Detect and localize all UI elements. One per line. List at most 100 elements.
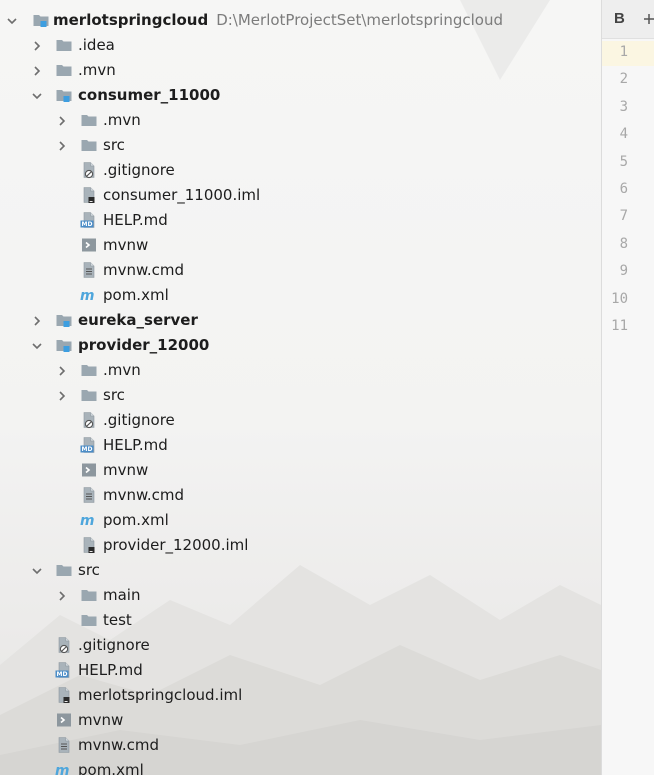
- tree-row[interactable]: src: [0, 558, 601, 583]
- tree-row[interactable]: MD HELP.md: [0, 433, 601, 458]
- tree-item-name: src: [103, 136, 125, 154]
- editor-pane[interactable]: B 1 2 3 4 5 6 7 8 9 10 11: [602, 0, 654, 775]
- tree-row[interactable]: m pom.xml: [0, 758, 601, 775]
- tree-row[interactable]: mvnw: [0, 708, 601, 733]
- collapse-arrow-icon[interactable]: [31, 340, 43, 352]
- tree-row[interactable]: .mvn: [0, 58, 601, 83]
- tree-row[interactable]: provider_12000: [0, 333, 601, 358]
- tree-row[interactable]: main: [0, 583, 601, 608]
- tree-item-name: .mvn: [103, 111, 141, 129]
- tree-item-name: src: [103, 386, 125, 404]
- folder-icon: [80, 111, 98, 129]
- tree-row[interactable]: m pom.xml: [0, 283, 601, 308]
- tree-item-label: mvnw: [103, 461, 148, 480]
- tree-item-name: HELP.md: [78, 661, 143, 679]
- bold-button[interactable]: B: [614, 10, 625, 27]
- text-file-icon: [55, 736, 73, 754]
- tree-row[interactable]: mvnw.cmd: [0, 483, 601, 508]
- expand-arrow-icon[interactable]: [56, 140, 68, 152]
- tree-row[interactable]: eureka_server: [0, 308, 601, 333]
- toolbar-overflow-icon[interactable]: [642, 11, 654, 27]
- iml-file-icon: [80, 186, 98, 204]
- expand-arrow-icon[interactable]: [56, 365, 68, 377]
- tree-item-name: .mvn: [78, 61, 116, 79]
- tree-item-name: HELP.md: [103, 436, 168, 454]
- line-number: 11: [611, 318, 628, 334]
- tree-row[interactable]: .gitignore: [0, 408, 601, 433]
- expand-arrow-icon[interactable]: [31, 40, 43, 52]
- tree-item-label: pom.xml: [103, 286, 169, 305]
- collapse-arrow-icon[interactable]: [31, 565, 43, 577]
- tree-item-label: mvnw.cmd: [103, 486, 184, 505]
- tree-item-name: mvnw: [103, 236, 149, 254]
- tree-item-label: .gitignore: [78, 636, 150, 655]
- tree-row[interactable]: consumer_11000: [0, 83, 601, 108]
- expand-arrow-icon[interactable]: [56, 590, 68, 602]
- line-number: 1: [619, 44, 628, 60]
- collapse-arrow-icon[interactable]: [31, 90, 43, 102]
- folder-icon: [80, 361, 98, 379]
- shell-script-icon: [55, 711, 73, 729]
- tree-item-name: .gitignore: [78, 636, 150, 654]
- tree-item-name: mvnw: [103, 461, 149, 479]
- tree-item-name: .mvn: [103, 361, 141, 379]
- tree-item-label: .idea: [78, 36, 115, 55]
- expand-arrow-icon[interactable]: [31, 315, 43, 327]
- tree-row[interactable]: provider_12000.iml: [0, 533, 601, 558]
- tree-row[interactable]: consumer_11000.iml: [0, 183, 601, 208]
- tree-row[interactable]: .mvn: [0, 358, 601, 383]
- tree-row[interactable]: .gitignore: [0, 633, 601, 658]
- iml-file-icon: [80, 536, 98, 554]
- expand-arrow-icon[interactable]: [56, 115, 68, 127]
- text-file-icon: [80, 261, 98, 279]
- tree-row[interactable]: mvnw: [0, 233, 601, 258]
- module-folder-icon: [32, 11, 50, 29]
- expand-arrow-icon[interactable]: [56, 390, 68, 402]
- tree-row[interactable]: mvnw: [0, 458, 601, 483]
- tree-row[interactable]: m pom.xml: [0, 508, 601, 533]
- tree-row[interactable]: mvnw.cmd: [0, 733, 601, 758]
- tree-row[interactable]: src: [0, 383, 601, 408]
- svg-text:m: m: [80, 288, 94, 304]
- svg-text:m: m: [80, 513, 94, 529]
- tree-item-label: test: [103, 611, 132, 630]
- folder-icon: [55, 561, 73, 579]
- tree-row[interactable]: .mvn: [0, 108, 601, 133]
- collapse-arrow-icon[interactable]: [6, 15, 18, 27]
- line-number: 6: [619, 181, 628, 197]
- tree-item-name: provider_12000.iml: [103, 536, 249, 554]
- folder-icon: [80, 611, 98, 629]
- tree-row[interactable]: MD HELP.md: [0, 208, 601, 233]
- tree-row[interactable]: .gitignore: [0, 158, 601, 183]
- tree-item-label: provider_12000: [78, 336, 209, 355]
- tree-item-label: mvnw.cmd: [103, 261, 184, 280]
- tree-item-label: pom.xml: [78, 761, 144, 775]
- tree-row[interactable]: test: [0, 608, 601, 633]
- tree-item-label: .gitignore: [103, 411, 175, 430]
- expand-arrow-icon[interactable]: [31, 65, 43, 77]
- gitignore-file-icon: [80, 411, 98, 429]
- tree-item-name: pom.xml: [103, 511, 169, 529]
- tree-row[interactable]: src: [0, 133, 601, 158]
- maven-pom-icon: m: [55, 761, 73, 775]
- tree-item-label: .mvn: [78, 61, 116, 80]
- iml-file-icon: [55, 686, 73, 704]
- tree-item-label: merlotspringcloud D:\MerlotProjectSet\mer…: [53, 11, 503, 30]
- tree-item-name: mvnw.cmd: [103, 486, 185, 504]
- tree-row[interactable]: .idea: [0, 33, 601, 58]
- tree-item-label: .mvn: [103, 361, 141, 380]
- tree-row[interactable]: merlotspringcloud D:\MerlotProjectSet\mer…: [0, 8, 601, 33]
- tree-row[interactable]: mvnw.cmd: [0, 258, 601, 283]
- folder-icon: [80, 586, 98, 604]
- tree-item-label: consumer_11000.iml: [103, 186, 260, 205]
- tree-item-name: .idea: [78, 36, 115, 54]
- tree-row[interactable]: merlotspringcloud.iml: [0, 683, 601, 708]
- svg-text:MD: MD: [82, 221, 93, 228]
- tree-item-name: .gitignore: [103, 411, 175, 429]
- text-file-icon: [80, 486, 98, 504]
- project-tree-panel: merlotspringcloud D:\MerlotProjectSet\mer…: [0, 0, 601, 775]
- tree-row[interactable]: MD HELP.md: [0, 658, 601, 683]
- line-number: 8: [619, 235, 628, 252]
- tree-item-name: eureka_server: [78, 311, 198, 329]
- gitignore-file-icon: [55, 636, 73, 654]
